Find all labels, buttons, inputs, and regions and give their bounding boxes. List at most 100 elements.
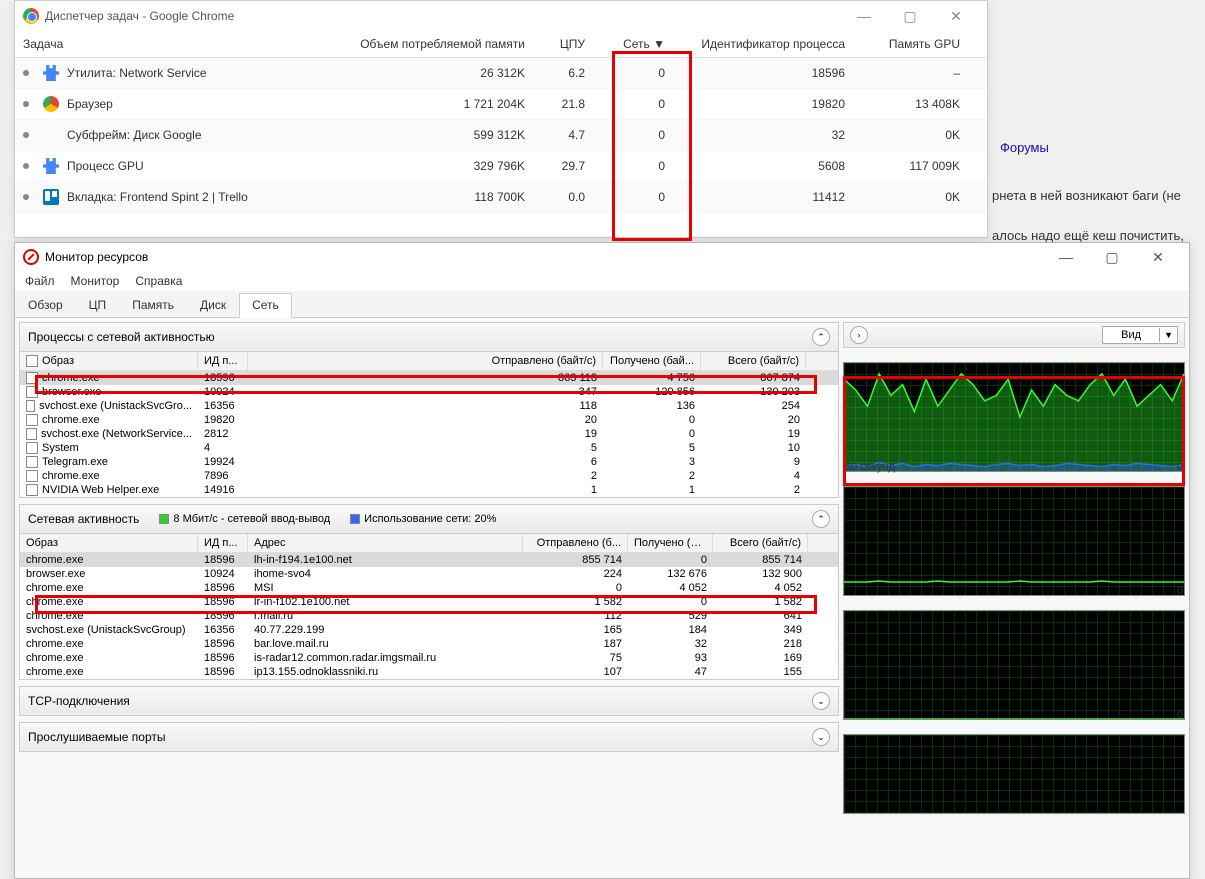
act-sent: 165 bbox=[523, 623, 628, 637]
proc-image: chrome.exe bbox=[42, 372, 99, 384]
col-image[interactable]: Образ bbox=[42, 355, 74, 367]
expand-icon[interactable]: ⌄ bbox=[812, 728, 830, 746]
activity-row[interactable]: chrome.exe 18596 r.mail.ru 112 529 641 bbox=[20, 609, 838, 623]
col-pid[interactable]: ИД п... bbox=[198, 352, 248, 370]
task-row[interactable]: Браузер 1 721 204K 21.8 0 19820 13 408K bbox=[15, 89, 987, 120]
act-address: bar.love.mail.ru bbox=[248, 637, 523, 651]
activity-row[interactable]: browser.exe 10924 ihome-svo4 224 132 676… bbox=[20, 567, 838, 581]
menu-file[interactable]: Файл bbox=[25, 274, 55, 288]
activity-row[interactable]: chrome.exe 18596 is-radar12.common.radar… bbox=[20, 651, 838, 665]
task-net: 0 bbox=[593, 190, 673, 204]
section-processes-header[interactable]: Процессы с сетевой активностью ⌃ bbox=[19, 322, 839, 352]
bullet-icon bbox=[23, 194, 29, 200]
col-recv[interactable]: Получено (бай... bbox=[628, 534, 713, 552]
chevron-down-icon: ▼ bbox=[1159, 328, 1177, 342]
resmon-titlebar[interactable]: Монитор ресурсов — ▢ ✕ bbox=[15, 243, 1189, 271]
act-recv: 32 bbox=[628, 637, 713, 651]
task-cpu: 29.7 bbox=[533, 159, 593, 173]
chrome-titlebar[interactable]: Диспетчер задач - Google Chrome — ▢ ✕ bbox=[15, 1, 987, 31]
collapse-graphs-button[interactable]: › bbox=[850, 326, 868, 344]
col-recv[interactable]: Получено (бай... bbox=[603, 352, 701, 370]
process-row[interactable]: Telegram.exe 19924 6 3 9 bbox=[20, 455, 838, 469]
tab-memory[interactable]: Память bbox=[119, 293, 187, 317]
process-row[interactable]: browser.exe 10924 347 129 856 130 203 bbox=[20, 385, 838, 399]
resource-monitor-window: Монитор ресурсов — ▢ ✕ Файл Монитор Спра… bbox=[14, 242, 1190, 879]
checkbox[interactable] bbox=[26, 442, 38, 454]
menu-monitor[interactable]: Монитор bbox=[71, 274, 120, 288]
proc-image: chrome.exe bbox=[42, 414, 99, 426]
checkbox[interactable] bbox=[26, 456, 38, 468]
section-ports-title: Прослушиваемые порты bbox=[28, 730, 165, 744]
process-row[interactable]: System 4 5 5 10 bbox=[20, 441, 838, 455]
col-pid[interactable]: Идентификатор процесса bbox=[673, 37, 853, 51]
col-total[interactable]: Всего (байт/с) bbox=[701, 352, 806, 370]
minimize-button[interactable]: — bbox=[1043, 243, 1089, 271]
process-row[interactable]: chrome.exe 18596 863 118 4 756 867 874 bbox=[20, 371, 838, 385]
tab-overview[interactable]: Обзор bbox=[15, 293, 76, 317]
tab-cpu[interactable]: ЦП bbox=[76, 293, 120, 317]
tab-network[interactable]: Сеть bbox=[239, 293, 292, 318]
checkbox[interactable] bbox=[26, 470, 38, 482]
checkbox[interactable] bbox=[26, 484, 38, 496]
proc-recv: 5 bbox=[603, 441, 701, 455]
legend-blue-icon bbox=[350, 514, 360, 524]
close-button[interactable]: ✕ bbox=[933, 1, 979, 31]
checkbox-all[interactable] bbox=[26, 355, 38, 367]
process-row[interactable]: NVIDIA Web Helper.exe 14916 1 1 2 bbox=[20, 483, 838, 497]
proc-sent: 19 bbox=[248, 427, 603, 441]
task-row[interactable]: Утилита: Network Service 26 312K 6.2 0 1… bbox=[15, 58, 987, 89]
col-pid[interactable]: ИД п... bbox=[198, 534, 248, 552]
maximize-button[interactable]: ▢ bbox=[1089, 243, 1135, 271]
checkbox[interactable] bbox=[26, 372, 38, 384]
tab-disk[interactable]: Диск bbox=[187, 293, 239, 317]
col-image[interactable]: Образ bbox=[20, 534, 198, 552]
col-network[interactable]: Сеть ▼ bbox=[593, 37, 673, 51]
activity-row[interactable]: chrome.exe 18596 lr-in-f102.1e100.net 1 … bbox=[20, 595, 838, 609]
checkbox[interactable] bbox=[26, 386, 38, 398]
activity-row[interactable]: chrome.exe 18596 ip13.155.odnoklassniki.… bbox=[20, 665, 838, 679]
chrome-icon bbox=[43, 96, 59, 112]
col-task[interactable]: Задача bbox=[15, 37, 333, 51]
view-dropdown[interactable]: Вид ▼ bbox=[1102, 326, 1178, 344]
col-sent[interactable]: Отправлено (байт/с) bbox=[248, 352, 603, 370]
collapse-icon[interactable]: ⌃ bbox=[812, 510, 830, 528]
close-button[interactable]: ✕ bbox=[1135, 243, 1181, 271]
col-address[interactable]: Адрес bbox=[248, 534, 523, 552]
checkbox[interactable] bbox=[26, 400, 35, 412]
activity-row[interactable]: chrome.exe 18596 lh-in-f194.1e100.net 85… bbox=[20, 553, 838, 567]
task-row[interactable]: Субфрейм: Диск Google 599 312K 4.7 0 32 … bbox=[15, 120, 987, 151]
task-row[interactable]: Вкладка: Frontend Spint 2 | Trello 118 7… bbox=[15, 182, 987, 213]
task-pid: 18596 bbox=[673, 66, 853, 80]
collapse-icon[interactable]: ⌃ bbox=[812, 328, 830, 346]
activity-row[interactable]: chrome.exe 18596 MSI 0 4 052 4 052 bbox=[20, 581, 838, 595]
maximize-button[interactable]: ▢ bbox=[887, 1, 933, 31]
act-pid: 10924 bbox=[198, 567, 248, 581]
processes-table: Образ ИД п... Отправлено (байт/с) Получе… bbox=[19, 352, 839, 498]
expand-icon[interactable]: ⌄ bbox=[812, 692, 830, 710]
col-memory[interactable]: Объем потребляемой памяти bbox=[333, 37, 533, 51]
section-tcp-header[interactable]: TCP-подключения ⌄ bbox=[19, 686, 839, 716]
process-row[interactable]: chrome.exe 19820 20 0 20 bbox=[20, 413, 838, 427]
process-row[interactable]: chrome.exe 7896 2 2 4 bbox=[20, 469, 838, 483]
section-ports-header[interactable]: Прослушиваемые порты ⌄ bbox=[19, 722, 839, 752]
process-row[interactable]: svchost.exe (NetworkService... 2812 19 0… bbox=[20, 427, 838, 441]
activity-row[interactable]: svchost.exe (UnistackSvcGroup) 16356 40.… bbox=[20, 623, 838, 637]
section-processes-title: Процессы с сетевой активностью bbox=[28, 330, 215, 344]
task-cpu: 4.7 bbox=[533, 128, 593, 142]
act-sent: 75 bbox=[523, 651, 628, 665]
task-row[interactable]: Процесс GPU 329 796K 29.7 0 5608 117 009… bbox=[15, 151, 987, 182]
col-cpu[interactable]: ЦПУ bbox=[533, 37, 593, 51]
minimize-button[interactable]: — bbox=[841, 1, 887, 31]
col-total[interactable]: Всего (байт/с) bbox=[713, 534, 808, 552]
act-image: chrome.exe bbox=[20, 609, 198, 623]
col-sent[interactable]: Отправлено (б... bbox=[523, 534, 628, 552]
process-row[interactable]: svchost.exe (UnistackSvcGro... 16356 118… bbox=[20, 399, 838, 413]
checkbox[interactable] bbox=[26, 428, 37, 440]
checkbox[interactable] bbox=[26, 414, 38, 426]
section-activity-header[interactable]: Сетевая активность 8 Мбит/с - сетевой вв… bbox=[19, 504, 839, 534]
col-gpu[interactable]: Память GPU bbox=[853, 37, 968, 51]
task-name: Браузер bbox=[67, 97, 113, 111]
act-total: 349 bbox=[713, 623, 808, 637]
menu-help[interactable]: Справка bbox=[135, 274, 182, 288]
activity-row[interactable]: chrome.exe 18596 bar.love.mail.ru 187 32… bbox=[20, 637, 838, 651]
